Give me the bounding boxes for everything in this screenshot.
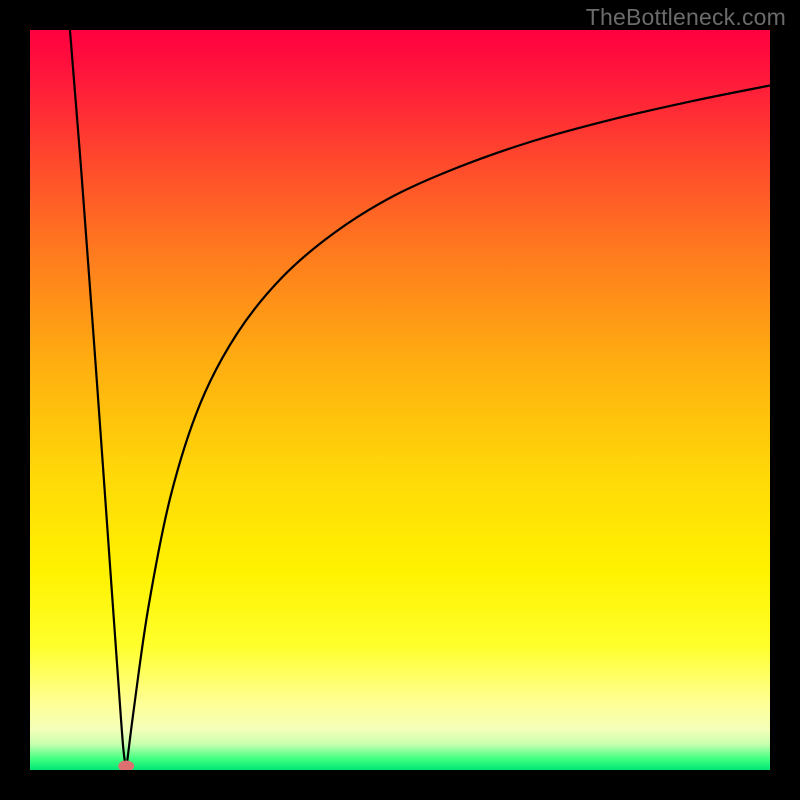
watermark-text: TheBottleneck.com <box>586 4 786 31</box>
plot-area <box>30 30 770 770</box>
plot-svg <box>30 30 770 770</box>
chart-frame: TheBottleneck.com <box>0 0 800 800</box>
